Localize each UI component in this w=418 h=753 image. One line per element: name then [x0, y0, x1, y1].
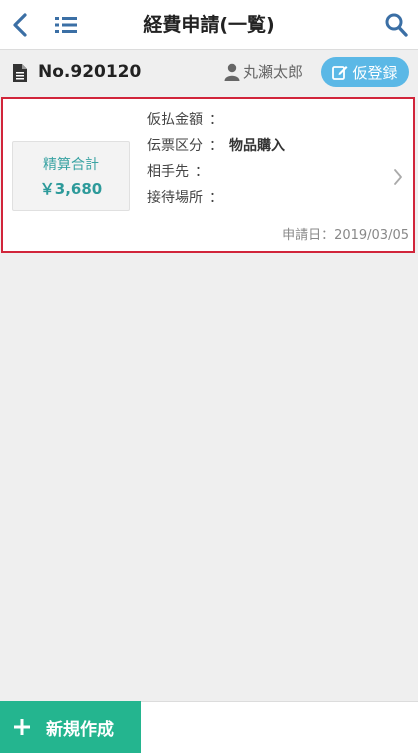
- expense-list-item[interactable]: 精算合計 ￥3,680 仮払金額 ： 伝票区分 ： 物品購入 相手先 ： 接待場所 ： 申…: [1, 97, 415, 253]
- field-separator: ：: [195, 164, 209, 180]
- total-amount: ￥3,680: [39, 180, 103, 198]
- user-icon: [224, 63, 240, 81]
- field-separator: ：: [209, 138, 223, 154]
- edit-icon: [332, 66, 348, 80]
- field-counterparty: 相手先 ：: [147, 159, 285, 185]
- user-name: 丸瀬太郎: [243, 63, 304, 81]
- field-label: 相手先: [147, 164, 189, 180]
- temp-register-button[interactable]: 仮登録: [321, 57, 409, 87]
- field-separator: ：: [209, 112, 223, 128]
- total-box: 精算合計 ￥3,680: [12, 141, 130, 211]
- card-fields: 仮払金額 ： 伝票区分 ： 物品購入 相手先 ： 接待場所 ：: [147, 107, 285, 211]
- document-icon: [13, 64, 27, 82]
- field-entertainment-place: 接待場所 ：: [147, 185, 285, 211]
- total-label: 精算合計: [43, 157, 99, 173]
- field-label: 伝票区分: [147, 138, 203, 154]
- field-slip-category: 伝票区分 ： 物品購入: [147, 133, 285, 159]
- field-label: 接待場所: [147, 190, 203, 206]
- plus-icon: [14, 719, 30, 735]
- field-value: 物品購入: [229, 138, 285, 154]
- page-title: 経費申請(一覧): [143, 14, 275, 36]
- document-number: No.920120: [38, 62, 142, 82]
- field-label: 仮払金額: [147, 112, 203, 128]
- field-separator: ：: [209, 190, 223, 206]
- new-create-button[interactable]: 新規作成: [0, 701, 141, 753]
- new-create-label: 新規作成: [46, 719, 114, 740]
- chevron-right-icon: [394, 169, 402, 185]
- temp-register-label: 仮登録: [352, 63, 398, 82]
- application-date: 申請日：2019/03/05: [282, 228, 409, 243]
- field-advance-amount: 仮払金額 ：: [147, 107, 285, 133]
- search-icon[interactable]: [384, 12, 408, 38]
- header: 経費申請(一覧): [0, 0, 418, 50]
- bottom-bar: [141, 701, 418, 753]
- document-info-bar: No.920120 丸瀬太郎 仮登録: [0, 51, 418, 93]
